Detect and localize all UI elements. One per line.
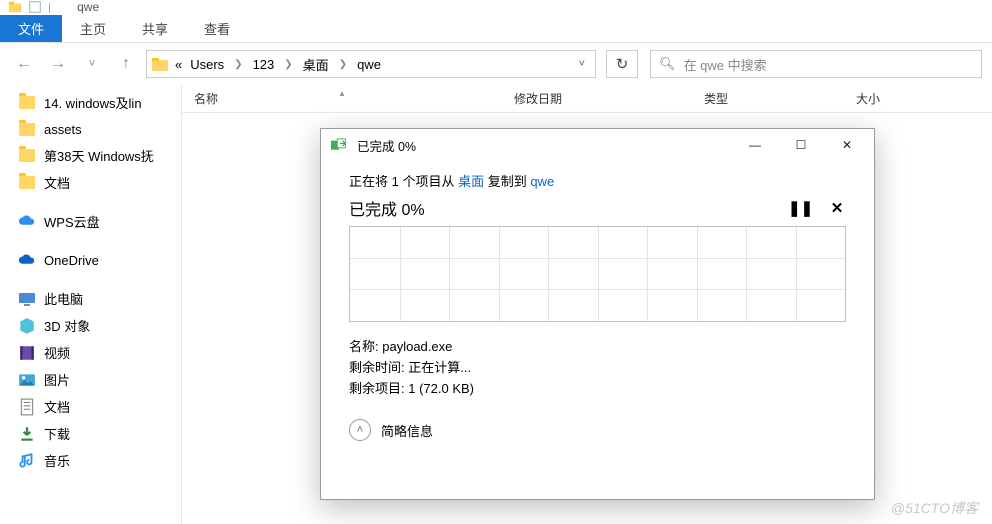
detail-items: 剩余项目: 1 (72.0 KB) bbox=[349, 378, 846, 397]
refresh-button[interactable]: ↻ bbox=[606, 50, 638, 78]
search-input[interactable]: 🔍︎ 在 qwe 中搜索 bbox=[650, 50, 982, 78]
copy-dest-link[interactable]: qwe bbox=[530, 174, 554, 189]
sidebar-item-label: 3D 对象 bbox=[44, 316, 90, 335]
sidebar-item-label: 视频 bbox=[44, 343, 70, 362]
column-header-name[interactable]: ▴名称 bbox=[182, 90, 502, 107]
folder-icon bbox=[18, 174, 36, 192]
folder-icon bbox=[151, 56, 169, 72]
sidebar-item-wps[interactable]: WPS云盘 bbox=[0, 208, 181, 235]
sidebar-item-label: OneDrive bbox=[44, 253, 99, 268]
sidebar-item-label: 文档 bbox=[44, 173, 70, 192]
sidebar-item-quick[interactable]: 14. windows及lin bbox=[0, 89, 181, 116]
sidebar-item-thispc[interactable]: 此电脑 bbox=[0, 285, 181, 312]
window-title: qwe bbox=[77, 0, 99, 14]
sidebar-item-label: 音乐 bbox=[44, 451, 70, 470]
folder-icon bbox=[18, 120, 36, 138]
address-bar[interactable]: « Users ❯ 123 ❯ 桌面 ❯ qwe ˅ bbox=[146, 50, 596, 78]
column-header-size[interactable]: 大小 bbox=[832, 90, 892, 107]
sidebar-item-downloads[interactable]: 下载 bbox=[0, 420, 181, 447]
search-icon: 🔍︎ bbox=[659, 56, 676, 72]
copy-overlay-icon bbox=[331, 138, 349, 152]
column-header-type[interactable]: 类型 bbox=[692, 90, 832, 107]
sidebar-item-label: 下载 bbox=[44, 424, 70, 443]
column-headers: ▴名称 修改日期 类型 大小 bbox=[182, 85, 992, 113]
sidebar-item-quick[interactable]: assets bbox=[0, 116, 181, 142]
ribbon-tab-share[interactable]: 共享 bbox=[124, 15, 186, 42]
maximize-button[interactable]: ☐ bbox=[778, 130, 824, 160]
breadcrumb-item[interactable]: 123 bbox=[251, 57, 277, 72]
ribbon: 文件 主页 共享 查看 bbox=[0, 15, 992, 43]
column-header-date[interactable]: 修改日期 bbox=[502, 90, 692, 107]
search-placeholder: 在 qwe 中搜索 bbox=[684, 55, 767, 74]
film-icon bbox=[18, 344, 36, 362]
download-icon bbox=[18, 425, 36, 443]
cube-icon bbox=[18, 317, 36, 335]
forward-button[interactable]: → bbox=[44, 50, 72, 78]
dialog-system-buttons: — ☐ ✕ bbox=[732, 130, 870, 160]
detail-name: 名称: payload.exe bbox=[349, 336, 846, 355]
back-button[interactable]: ← bbox=[10, 50, 38, 78]
folder-icon bbox=[18, 147, 36, 165]
pictures-icon bbox=[18, 371, 36, 389]
cloud-icon bbox=[18, 251, 36, 269]
sidebar-item-onedrive[interactable]: OneDrive bbox=[0, 247, 181, 273]
chevron-right-icon[interactable]: ❯ bbox=[335, 59, 351, 70]
breadcrumb-item[interactable]: qwe bbox=[355, 57, 383, 72]
sort-asc-icon: ▴ bbox=[340, 88, 345, 99]
copy-description: 正在将 1 个项目从 桌面 复制到 qwe bbox=[349, 171, 846, 190]
sidebar-item-quick[interactable]: 文档 bbox=[0, 169, 181, 196]
sidebar-item-label: 文档 bbox=[44, 397, 70, 416]
ribbon-tab-file[interactable]: 文件 bbox=[0, 15, 62, 42]
minimize-button[interactable]: — bbox=[732, 130, 778, 160]
history-dropdown[interactable]: ˅ bbox=[78, 50, 106, 78]
address-dropdown-icon[interactable]: ˅ bbox=[573, 58, 591, 70]
qat-divider: | bbox=[48, 0, 51, 14]
detail-time: 剩余时间: 正在计算... bbox=[349, 357, 846, 376]
sidebar-item-label: 此电脑 bbox=[44, 289, 83, 308]
progress-label: 已完成 0% bbox=[349, 196, 425, 220]
sidebar-item-3dobjects[interactable]: 3D 对象 bbox=[0, 312, 181, 339]
folder-icon bbox=[18, 94, 36, 112]
sidebar-item-label: WPS云盘 bbox=[44, 212, 100, 231]
ribbon-tab-view[interactable]: 查看 bbox=[186, 15, 248, 42]
qat-item-icon[interactable] bbox=[28, 0, 42, 14]
navigation-pane: 14. windows及lin assets 第38天 Windows抚 文档 … bbox=[0, 85, 182, 524]
pause-button[interactable]: ❚❚ bbox=[788, 199, 806, 217]
sidebar-item-label: assets bbox=[44, 122, 82, 137]
ribbon-tab-home[interactable]: 主页 bbox=[62, 15, 124, 42]
collapse-details-button[interactable]: ˄ bbox=[349, 419, 371, 441]
chevron-right-icon[interactable]: ❯ bbox=[230, 59, 246, 70]
sidebar-item-videos[interactable]: 视频 bbox=[0, 339, 181, 366]
computer-icon bbox=[18, 290, 36, 308]
navigation-bar: ← → ˅ ↑ « Users ❯ 123 ❯ 桌面 ❯ qwe ˅ ↻ 🔍︎ … bbox=[0, 43, 992, 85]
cloud-icon bbox=[18, 213, 36, 231]
dialog-title: 已完成 0% bbox=[357, 136, 416, 155]
throughput-graph bbox=[349, 226, 846, 322]
sidebar-item-label: 图片 bbox=[44, 370, 70, 389]
breadcrumb-prefix[interactable]: « bbox=[173, 57, 184, 72]
window-titlebar: | qwe bbox=[0, 0, 992, 15]
sidebar-item-documents[interactable]: 文档 bbox=[0, 393, 181, 420]
breadcrumb-item[interactable]: Users bbox=[188, 57, 226, 72]
close-button[interactable]: ✕ bbox=[824, 130, 870, 160]
breadcrumb-item[interactable]: 桌面 bbox=[301, 55, 331, 74]
copy-source-link[interactable]: 桌面 bbox=[458, 174, 484, 189]
copy-progress-dialog: 已完成 0% — ☐ ✕ 正在将 1 个项目从 桌面 复制到 qwe 已完成 0… bbox=[320, 128, 875, 500]
dialog-titlebar[interactable]: 已完成 0% — ☐ ✕ bbox=[321, 129, 874, 161]
sidebar-item-pictures[interactable]: 图片 bbox=[0, 366, 181, 393]
sidebar-item-quick[interactable]: 第38天 Windows抚 bbox=[0, 142, 181, 169]
folder-qat-icon bbox=[8, 0, 22, 14]
fewer-details-label[interactable]: 简略信息 bbox=[381, 421, 433, 440]
sidebar-item-music[interactable]: 音乐 bbox=[0, 447, 181, 474]
chevron-right-icon[interactable]: ❯ bbox=[280, 59, 296, 70]
cancel-button[interactable]: ✕ bbox=[828, 199, 846, 217]
sidebar-item-label: 第38天 Windows抚 bbox=[44, 146, 154, 165]
document-icon bbox=[18, 398, 36, 416]
sidebar-item-label: 14. windows及lin bbox=[44, 93, 142, 112]
music-icon bbox=[18, 452, 36, 470]
up-button[interactable]: ↑ bbox=[112, 50, 140, 78]
